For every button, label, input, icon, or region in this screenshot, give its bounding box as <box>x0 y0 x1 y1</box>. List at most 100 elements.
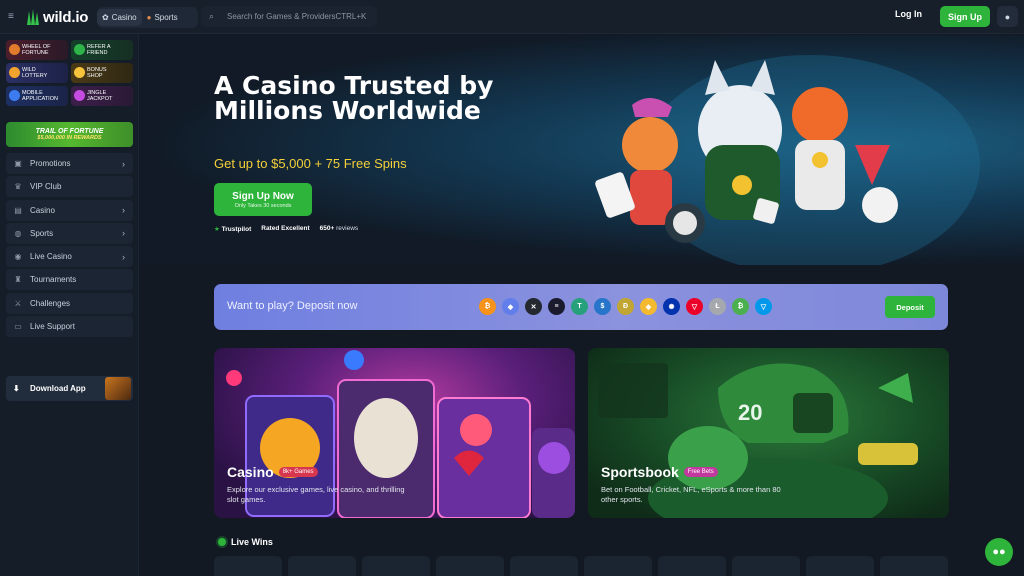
settings-icon[interactable]: ● <box>997 6 1018 27</box>
promo-grid: Wheel of Fortune Refer a Friend Wild Lotter… <box>6 40 133 106</box>
tab-sports[interactable]: ● Sports <box>142 9 183 26</box>
sidebar-item-challenges[interactable]: ⚔ Challenges <box>6 292 133 314</box>
sportsbook-card-desc: Bet on Football, Cricket, NFL, eSports &… <box>601 485 781 504</box>
sidebar-item-promotions[interactable]: ▣ Promotions › <box>6 153 133 174</box>
live-win-tile[interactable] <box>806 556 874 576</box>
phone-icon <box>105 377 131 400</box>
promo-jingle-jackpot[interactable]: Jingle Jackpot <box>71 86 133 106</box>
bitcoin-icon: ₿ <box>479 298 496 315</box>
promo-wild-lottery[interactable]: Wild Lottery <box>6 63 68 83</box>
casino-card-desc: Explore our exclusive games, live casino… <box>227 485 405 504</box>
tether-icon: T <box>571 298 588 315</box>
live-win-tile[interactable] <box>436 556 504 576</box>
logo[interactable]: wild.io <box>25 6 88 28</box>
sidebar-item-tournaments[interactable]: ♜ Tournaments <box>6 269 133 291</box>
trail-of-fortune-banner[interactable]: TRAIL OF FORTUNE $5,000,000 IN REWARDS <box>6 122 133 147</box>
bitcoin-cash-icon: ₿ <box>732 298 749 315</box>
live-win-tile[interactable] <box>880 556 948 576</box>
deposit-bar: Want to play? Deposit now ₿ ◆ ✕ ≡ T $ Ð ◈ ✺ ▽ Ł ₿ ▽ … <box>214 284 948 330</box>
bnb-icon: ◈ <box>640 298 657 315</box>
tab-sports-label: Sports <box>154 13 178 22</box>
sidebar-item-label: VIP Club <box>30 182 62 192</box>
signup-button[interactable]: Sign Up <box>940 6 990 27</box>
live-win-tile[interactable] <box>288 556 356 576</box>
promo-mobile-application[interactable]: Mobile Application <box>6 86 68 106</box>
sportsbook-card-title: Sportsbook Free Bets <box>601 464 718 480</box>
tab-casino-label: Casino <box>111 13 137 22</box>
usdc-icon: $ <box>594 298 611 315</box>
free-bets-badge: Free Bets <box>683 467 718 477</box>
promo-label-line2: Application <box>22 96 58 102</box>
xrp-icon: ✕ <box>525 298 542 315</box>
chevron-right-icon: › <box>122 228 125 239</box>
promo-label-line2: Jackpot <box>87 96 113 102</box>
promo-bonus-shop[interactable]: Bonus Shop <box>71 63 133 83</box>
tab-casino[interactable]: ✿ Casino <box>97 9 142 26</box>
live-wins-header: Live Wins <box>218 537 273 547</box>
hero-signup-button[interactable]: Sign Up Now Only Takes 30 seconds <box>214 183 312 216</box>
live-win-tile[interactable] <box>658 556 726 576</box>
chat-icon: ▭ <box>14 322 22 332</box>
sidebar-item-label: Casino <box>30 205 55 215</box>
trustpilot-badge[interactable]: ★ Trustpilot <box>214 225 251 233</box>
reviews-text: 650+ reviews <box>320 225 359 233</box>
reviews-count: 650+ <box>319 225 335 232</box>
trust-row: ★ Trustpilot Rated Excellent 650+ review… <box>214 225 358 233</box>
promo-refer-a-friend[interactable]: Refer a Friend <box>71 40 133 60</box>
top-bar: ≡ wild.io ✿ Casino ● Sports ⌕ Search for… <box>0 0 1024 34</box>
promo-label: Wheel of Fortune <box>22 44 51 56</box>
sidebar-item-label: Promotions <box>30 159 71 168</box>
sidebar-nav: ▣ Promotions › ♛ VIP Club ▤ Casino › ◍ Sports ›… <box>6 153 133 339</box>
search-input[interactable]: ⌕ Search for Games & Providers CTRL+K <box>201 6 377 27</box>
sidebar-item-sports[interactable]: ◍ Sports › <box>6 222 133 244</box>
ball-icon: ◍ <box>14 228 22 238</box>
product-switcher: ✿ Casino ● Sports <box>97 7 198 28</box>
promo-label-line2: Friend <box>87 50 108 56</box>
login-button[interactable]: Log In <box>895 9 922 19</box>
sidebar-item-live-casino[interactable]: ◉ Live Casino › <box>6 246 133 268</box>
search-icon: ⌕ <box>209 11 215 21</box>
sidebar: Wheel of Fortune Refer a Friend Wild Lotter… <box>0 34 139 576</box>
sportsbook-card[interactable]: 20 Sportsbook Free Bets Bet on Football, … <box>588 348 949 518</box>
deposit-button[interactable]: Deposit <box>885 296 935 318</box>
trail-title: TRAIL OF FORTUNE <box>35 128 104 135</box>
promo-label: Mobile Application <box>22 90 58 102</box>
dogecoin-icon: Ð <box>617 298 634 315</box>
solana-icon: ≡ <box>548 298 565 315</box>
promo-label-line2: Shop <box>87 73 103 79</box>
trustpilot-label: Trustpilot <box>221 226 252 233</box>
live-win-tile[interactable] <box>584 556 652 576</box>
promo-label: Jingle Jackpot <box>87 90 112 102</box>
live-win-tile[interactable] <box>362 556 430 576</box>
promo-label: Refer a Friend <box>87 44 111 56</box>
tron-icon: ▽ <box>686 298 703 315</box>
star-icon: ★ <box>214 226 220 233</box>
chat-bubble-icon[interactable]: ●● <box>985 538 1013 566</box>
sidebar-item-casino[interactable]: ▤ Casino › <box>6 199 133 221</box>
live-win-tile[interactable] <box>214 556 282 576</box>
rating-text: Rated Excellent <box>261 225 310 232</box>
casino-card[interactable]: Casino 8k+ Games Explore our exclusive ga… <box>214 348 575 518</box>
claw-logo-icon <box>27 9 39 25</box>
swords-icon: ⚔ <box>14 298 22 308</box>
sportsbook-card-title-text: Sportsbook <box>601 464 679 480</box>
trophy-icon: ♜ <box>14 275 22 285</box>
search-placeholder: Search for Games & Providers <box>227 12 336 21</box>
live-win-tile[interactable] <box>510 556 578 576</box>
menu-toggle-icon[interactable]: ≡ <box>8 11 19 22</box>
hero-banner: A Casino Trusted by Millions Worldwide G… <box>140 35 1024 265</box>
hero-title: A Casino Trusted by Millions Worldwide <box>214 71 494 125</box>
sidebar-item-label: Live Support <box>30 322 75 332</box>
mascots-illustration <box>595 55 980 265</box>
promo-wheel-of-fortune[interactable]: Wheel of Fortune <box>6 40 68 60</box>
hero-cta-sub: Only Takes 30 seconds <box>234 202 292 209</box>
live-win-tile[interactable] <box>732 556 800 576</box>
live-icon: ◉ <box>14 252 22 262</box>
download-app-button[interactable]: ⬇ Download App <box>6 376 133 401</box>
handshake-icon <box>74 44 85 55</box>
download-app-label: Download App <box>30 384 86 393</box>
sidebar-item-live-support[interactable]: ▭ Live Support <box>6 316 133 338</box>
sidebar-item-vip-club[interactable]: ♛ VIP Club <box>6 176 133 198</box>
phone-icon <box>9 90 20 101</box>
download-icon: ⬇ <box>13 384 20 393</box>
